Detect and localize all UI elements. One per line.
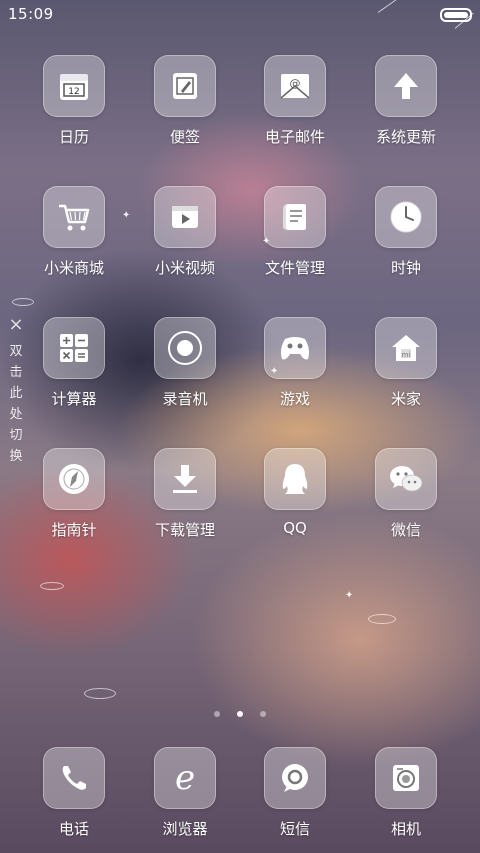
app-calculator[interactable]: 计算器 — [19, 317, 129, 409]
sparkle-decoration: ✦ — [270, 366, 279, 377]
app-label: 游戏 — [279, 390, 310, 408]
ripple-decoration — [40, 582, 64, 590]
app-mi-store[interactable]: 小米商城 — [19, 186, 129, 278]
compass-icon — [43, 448, 105, 510]
sparkle-decoration: ✦ — [345, 590, 354, 601]
app-system-update[interactable]: 系统更新 — [351, 55, 461, 147]
app-label: 小米视频 — [154, 259, 215, 277]
app-label: 文件管理 — [264, 259, 325, 277]
app-mi-video[interactable]: 小米视频 — [130, 186, 240, 278]
svg-text:12: 12 — [68, 87, 79, 97]
app-camera[interactable]: 相机 — [351, 747, 461, 839]
sparkle-decoration: ✦ — [262, 236, 271, 247]
status-bar: 15:09 — [0, 0, 480, 28]
qq-icon — [264, 448, 326, 510]
app-compass[interactable]: 指南针 — [19, 448, 129, 540]
app-label: 短信 — [279, 820, 310, 838]
app-download-manager[interactable]: 下载管理 — [130, 448, 240, 540]
phone-icon — [43, 747, 105, 809]
svg-text:@: @ — [290, 77, 301, 90]
app-file-manager[interactable]: 文件管理 — [240, 186, 350, 278]
app-label: 指南针 — [51, 521, 97, 539]
app-label: 日历 — [58, 128, 89, 146]
app-label: 下载管理 — [154, 521, 215, 539]
recorder-icon — [154, 317, 216, 379]
app-messages[interactable]: 短信 — [240, 747, 350, 839]
ripple-decoration — [368, 614, 396, 624]
calculator-icon — [43, 317, 105, 379]
wechat-icon — [375, 448, 437, 510]
smart-home-icon: mi — [375, 317, 437, 379]
ripple-decoration — [12, 298, 34, 306]
app-browser[interactable]: e 浏览器 — [130, 747, 240, 839]
camera-icon — [375, 747, 437, 809]
shopping-cart-icon — [43, 186, 105, 248]
app-label: 电话 — [58, 820, 89, 838]
app-phone[interactable]: 电话 — [19, 747, 129, 839]
app-label: 相机 — [390, 820, 421, 838]
app-label: 浏览器 — [162, 820, 208, 838]
page-dot[interactable] — [213, 711, 220, 717]
app-recorder[interactable]: 录音机 — [130, 317, 240, 409]
file-manager-icon — [264, 186, 326, 248]
page-dot[interactable] — [260, 711, 267, 717]
app-qq[interactable]: QQ — [240, 448, 350, 537]
app-label: 时钟 — [390, 259, 421, 277]
app-label: 录音机 — [162, 390, 208, 408]
video-icon — [154, 186, 216, 248]
browser-icon: e — [154, 747, 216, 809]
status-time: 15:09 — [8, 5, 54, 23]
page-dot-active[interactable] — [237, 711, 243, 717]
ripple-decoration — [84, 688, 116, 699]
app-email[interactable]: @ 电子邮件 — [240, 55, 350, 147]
sparkle-decoration: ✦ — [122, 210, 131, 221]
messages-icon — [264, 747, 326, 809]
email-icon: @ — [264, 55, 326, 117]
app-mijia[interactable]: mi 米家 — [351, 317, 461, 409]
app-wechat[interactable]: 微信 — [351, 448, 461, 540]
app-calendar[interactable]: 12 日历 — [19, 55, 129, 147]
update-icon — [375, 55, 437, 117]
page-indicator — [0, 702, 480, 721]
calendar-icon: 12 — [43, 55, 105, 117]
app-label: 计算器 — [51, 390, 97, 408]
app-label: 小米商城 — [43, 259, 104, 277]
app-label: 米家 — [390, 390, 421, 408]
battery-icon — [440, 8, 472, 22]
clock-icon — [375, 186, 437, 248]
download-icon — [154, 448, 216, 510]
app-games[interactable]: 游戏 — [240, 317, 350, 409]
notes-icon — [154, 55, 216, 117]
app-label: 系统更新 — [375, 128, 436, 146]
app-label: QQ — [283, 519, 307, 537]
app-clock[interactable]: 时钟 — [351, 186, 461, 278]
app-label: 电子邮件 — [264, 128, 325, 146]
app-notes[interactable]: 便签 — [130, 55, 240, 147]
app-label: 微信 — [390, 521, 421, 539]
svg-text:mi: mi — [402, 351, 411, 359]
app-label: 便签 — [169, 128, 200, 146]
